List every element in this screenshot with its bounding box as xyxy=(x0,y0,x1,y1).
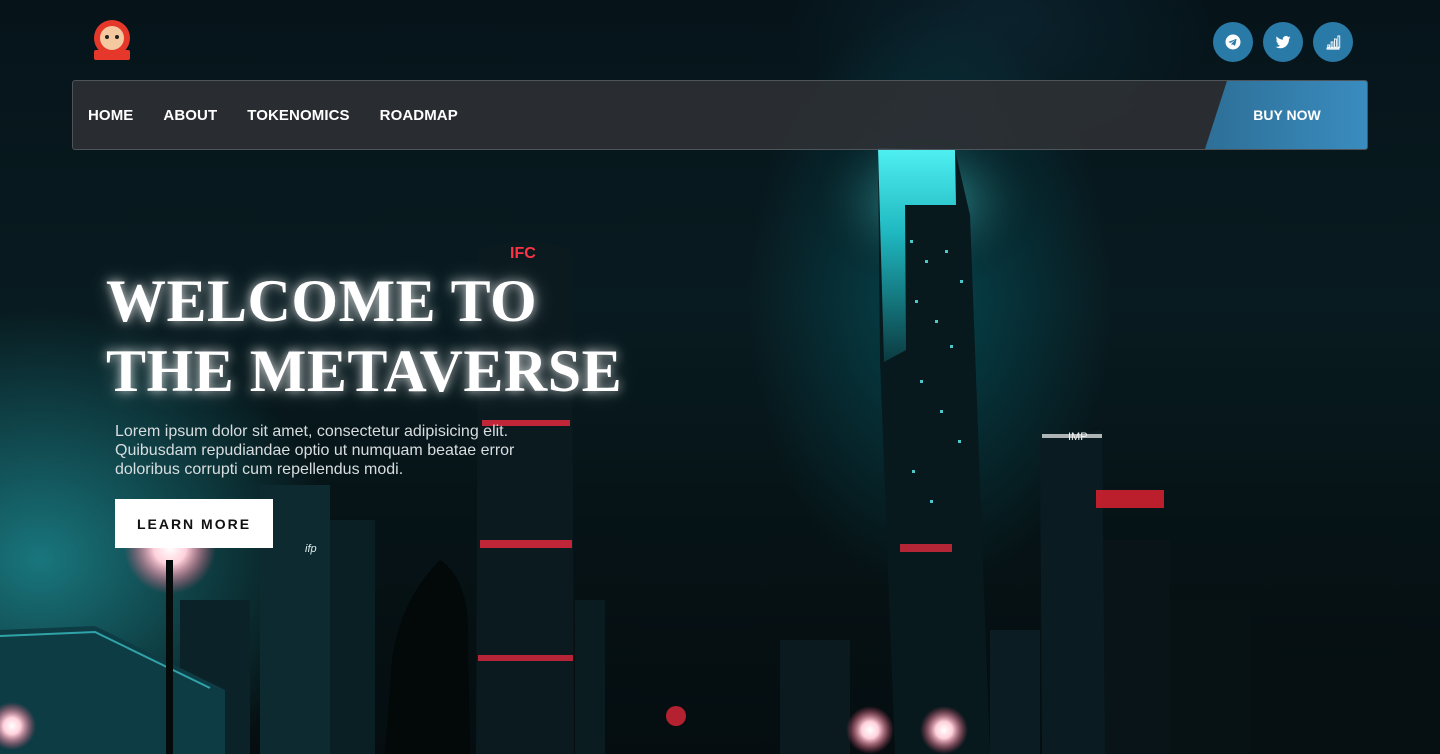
hero-title-line-2: THE METAVERSE xyxy=(106,338,623,404)
hero-title-line-1: WELCOME TO xyxy=(106,268,538,334)
main-navbar: HOME ABOUT TOKENOMICS ROADMAP BUY NOW xyxy=(72,80,1368,150)
chart-icon xyxy=(1326,35,1341,50)
svg-text:IFC: IFC xyxy=(510,245,536,262)
nav-item-about[interactable]: ABOUT xyxy=(163,107,217,124)
svg-text:IMP: IMP xyxy=(1068,431,1088,443)
svg-text:ifp: ifp xyxy=(305,543,317,555)
hare-logo[interactable] xyxy=(90,18,134,62)
telegram-button[interactable] xyxy=(1213,22,1253,62)
learn-more-button[interactable]: LEARN MORE xyxy=(115,499,273,548)
telegram-icon xyxy=(1225,34,1241,50)
chart-button[interactable] xyxy=(1313,22,1353,62)
twitter-button[interactable] xyxy=(1263,22,1303,62)
nav-item-roadmap[interactable]: ROADMAP xyxy=(380,107,458,124)
buy-now-button[interactable]: BUY NOW xyxy=(1205,81,1367,149)
social-links xyxy=(1213,22,1353,62)
hero-description: Lorem ipsum dolor sit amet, consectetur … xyxy=(115,423,515,478)
nav-item-tokenomics[interactable]: TOKENOMICS xyxy=(247,107,349,124)
nav-item-home[interactable]: HOME xyxy=(88,107,133,124)
twitter-icon xyxy=(1275,35,1291,49)
hare-logo-icon xyxy=(94,20,130,60)
hero-title: WELCOME TO THE METAVERSE xyxy=(106,266,726,406)
nav-links: HOME ABOUT TOKENOMICS ROADMAP xyxy=(88,81,458,149)
